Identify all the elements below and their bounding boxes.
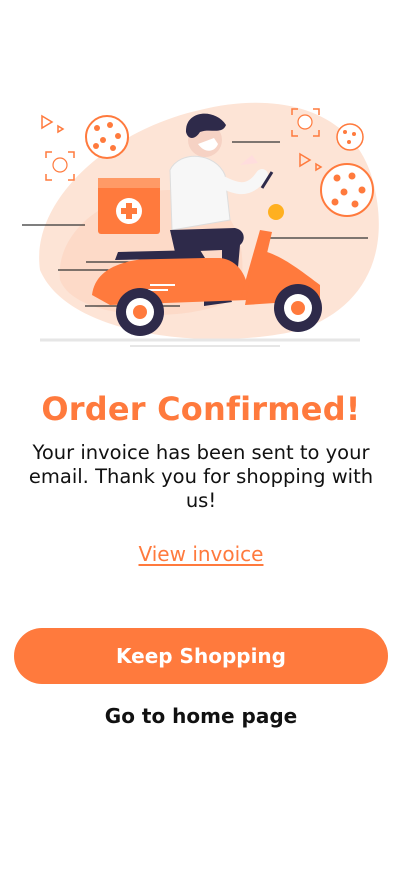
view-invoice-link[interactable]: View invoice: [0, 542, 402, 566]
confirmation-message: Your invoice has been sent to your email…: [28, 441, 374, 512]
delivery-illustration: [0, 80, 402, 370]
delivery-scooter-icon: [22, 102, 379, 347]
go-to-home-page-link[interactable]: Go to home page: [0, 704, 402, 728]
keep-shopping-button[interactable]: Keep Shopping: [14, 628, 388, 684]
order-confirmed-title: Order Confirmed!: [41, 390, 361, 428]
